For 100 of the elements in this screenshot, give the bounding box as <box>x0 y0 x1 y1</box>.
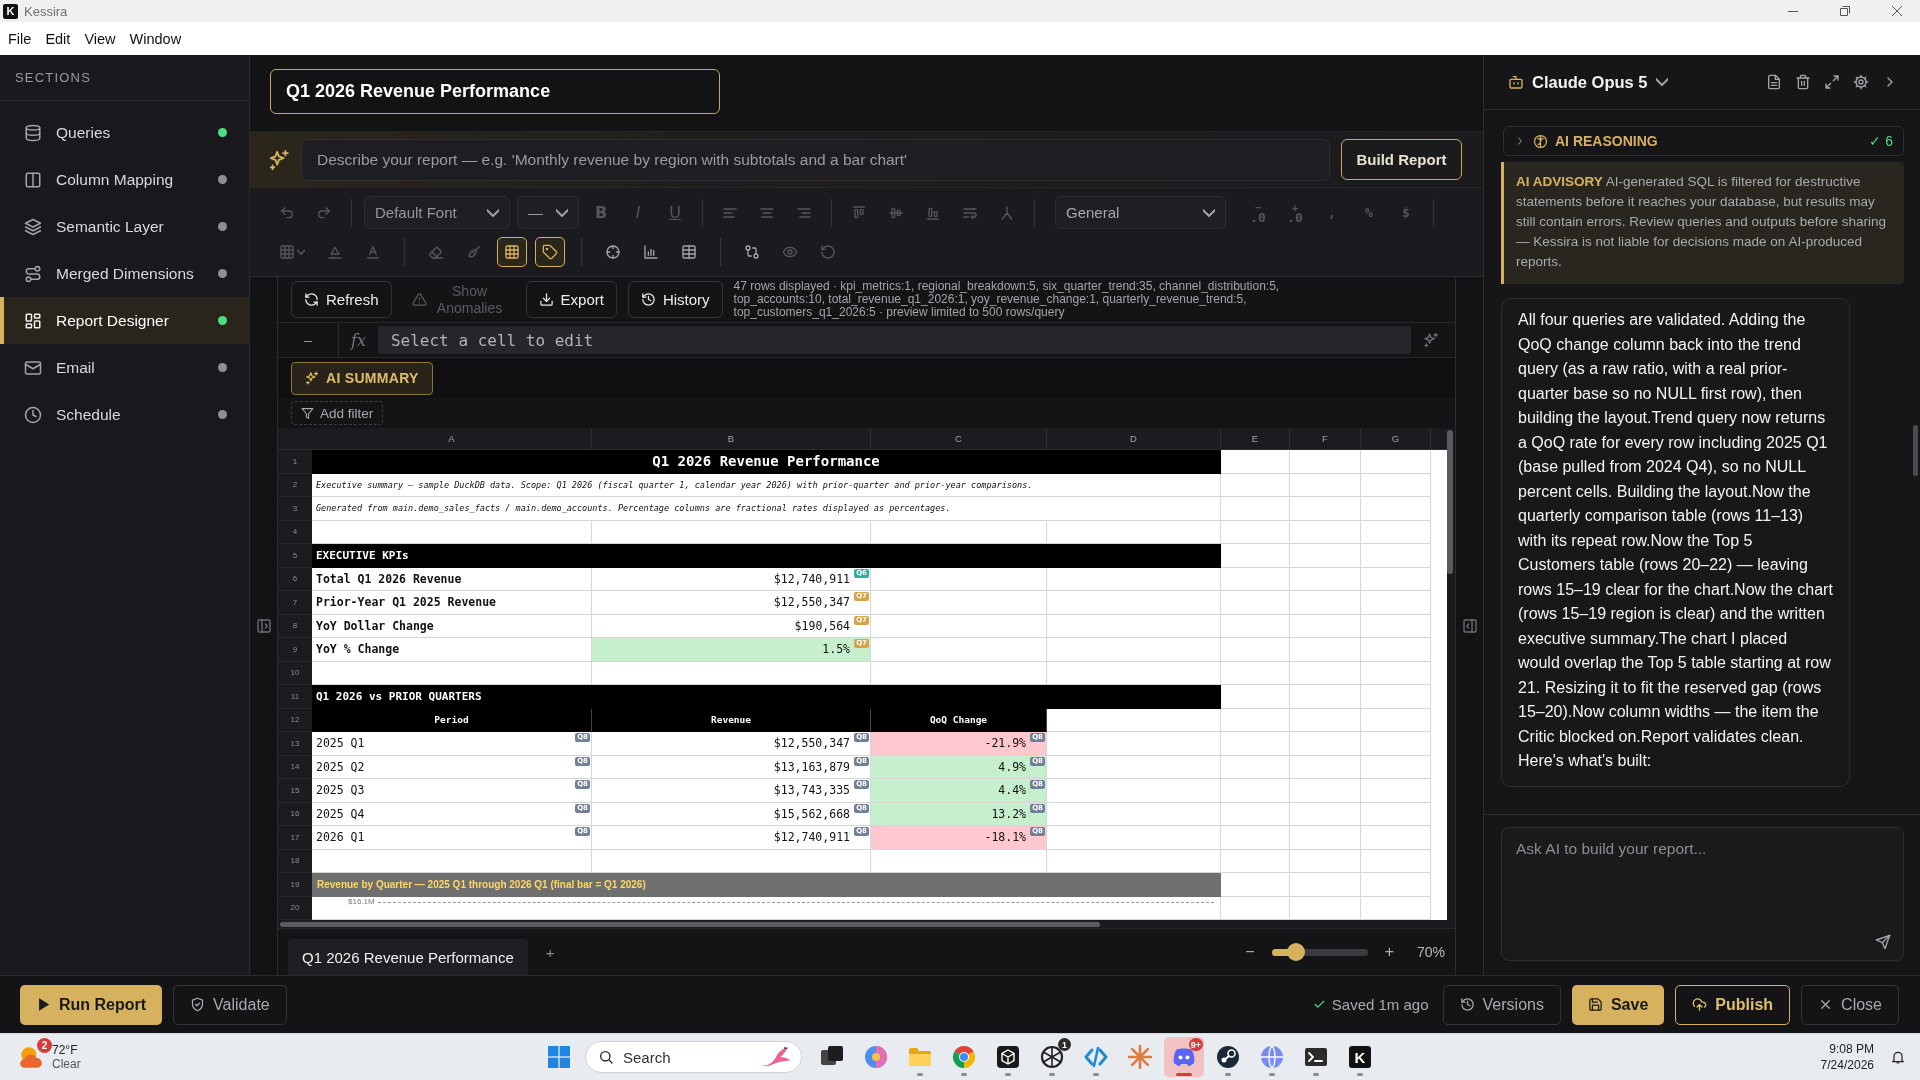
ai-summary-button[interactable]: AI SUMMARY <box>291 361 433 395</box>
empty-cell[interactable] <box>1361 873 1431 897</box>
model-selector[interactable]: Claude Opus 5 <box>1508 72 1668 92</box>
empty-cell[interactable] <box>1290 685 1361 709</box>
empty-cell[interactable] <box>1290 567 1361 591</box>
empty-cell[interactable] <box>1361 544 1431 568</box>
row-number[interactable]: 9 <box>278 638 312 662</box>
empty-cell[interactable] <box>1290 755 1361 779</box>
empty-cell[interactable] <box>1221 755 1290 779</box>
row-number[interactable]: 20 <box>278 896 312 920</box>
expand-left-panel-icon[interactable] <box>255 618 272 634</box>
column-header[interactable]: E <box>1221 428 1290 449</box>
empty-cell[interactable] <box>1361 849 1431 873</box>
empty-cell[interactable] <box>1221 661 1290 685</box>
empty-cell[interactable] <box>1221 614 1290 638</box>
empty-cell[interactable] <box>1221 849 1290 873</box>
empty-cell[interactable] <box>1290 708 1361 732</box>
table-cell[interactable]: YoY Dollar Change <box>312 614 592 638</box>
empty-cell[interactable] <box>1290 614 1361 638</box>
empty-cell[interactable] <box>1047 567 1221 591</box>
row-number[interactable]: 14 <box>278 755 312 779</box>
empty-cell[interactable] <box>1361 802 1431 826</box>
row-number[interactable]: 19 <box>278 873 312 897</box>
row-number[interactable]: 3 <box>278 497 312 521</box>
notification-bell-icon[interactable] <box>1890 1049 1906 1065</box>
empty-cell[interactable] <box>1290 802 1361 826</box>
row-number[interactable]: 2 <box>278 473 312 497</box>
formula-field[interactable]: Select a cell to edit <box>377 326 1411 354</box>
sidebar-item[interactable]: Semantic Layer <box>0 203 249 250</box>
empty-cell[interactable] <box>1290 873 1361 897</box>
empty-cell[interactable] <box>1290 591 1361 615</box>
add-sheet-button[interactable]: + <box>541 943 559 961</box>
empty-cell[interactable] <box>1361 826 1431 850</box>
slider-thumb[interactable] <box>1286 943 1305 961</box>
versions-button[interactable]: Versions <box>1442 984 1561 1025</box>
scrollbar[interactable] <box>280 921 1100 927</box>
empty-cell[interactable] <box>1221 520 1290 544</box>
empty-cell[interactable] <box>1221 473 1290 497</box>
column-header[interactable]: C <box>871 428 1047 449</box>
empty-cell[interactable] <box>1047 591 1221 615</box>
row-number[interactable]: 1 <box>278 450 312 474</box>
close-button[interactable]: Close <box>1801 984 1899 1025</box>
run-report-button[interactable]: Run Report <box>20 984 163 1025</box>
column-header[interactable]: B <box>592 428 871 449</box>
row-number[interactable]: 8 <box>278 614 312 638</box>
row-number[interactable]: 15 <box>278 779 312 803</box>
collapse-right-panel-icon[interactable] <box>1461 618 1478 634</box>
row-number[interactable]: 7 <box>278 591 312 615</box>
empty-cell[interactable] <box>1290 638 1361 662</box>
scrollbar[interactable] <box>1447 430 1453 574</box>
empty-cell[interactable] <box>1361 638 1431 662</box>
empty-cell[interactable] <box>1361 708 1431 732</box>
sidebar-item[interactable]: Column Mapping <box>0 156 249 203</box>
table-cell[interactable]: Total Q1 2026 Revenue <box>312 567 592 591</box>
prompt-field[interactable]: Describe your report — e.g. 'Monthly revenue by region with subtotals and a bar chart' <box>301 138 1330 181</box>
empty-cell[interactable] <box>1047 638 1221 662</box>
scrollbar[interactable] <box>1913 425 1918 476</box>
empty-cell[interactable] <box>1290 732 1361 756</box>
zoom-out-button[interactable]: − <box>1242 943 1258 961</box>
empty-cell[interactable] <box>1290 779 1361 803</box>
row-number[interactable]: 11 <box>278 685 312 709</box>
sidebar-item[interactable]: Merged Dimensions <box>0 250 249 297</box>
report-title-field[interactable]: Q1 2026 Revenue Performance <box>270 69 720 114</box>
empty-cell[interactable] <box>1221 779 1290 803</box>
table-cell[interactable]: Executive summary — sample DuckDB data. Scope: Q1 2026 (fiscal quarter 1, calendar year 2026) with prior-quarter and prior-year comparisons. <box>312 473 1221 497</box>
empty-cell[interactable] <box>871 567 1047 591</box>
empty-cell[interactable] <box>1361 473 1431 497</box>
chat-input[interactable]: Ask AI to build your report... <box>1501 827 1904 961</box>
taskbar-search[interactable]: Search <box>585 1041 802 1073</box>
sidebar-item[interactable]: Queries <box>0 109 249 156</box>
build-report-button[interactable]: Build Report <box>1341 139 1462 180</box>
sheet-tab[interactable]: Q1 2026 Revenue Performance <box>288 939 528 975</box>
empty-cell[interactable] <box>871 591 1047 615</box>
menu-item[interactable]: Window <box>123 26 190 51</box>
row-number[interactable]: 13 <box>278 732 312 756</box>
empty-cell[interactable] <box>1361 685 1431 709</box>
start-icon[interactable] <box>548 1046 570 1068</box>
column-header[interactable]: D <box>1047 428 1221 449</box>
taskbar-app[interactable]: 9+ <box>1164 1037 1204 1077</box>
restore-icon[interactable] <box>1840 6 1850 16</box>
empty-cell[interactable] <box>1290 497 1361 521</box>
empty-cell[interactable] <box>1361 614 1431 638</box>
empty-cell[interactable] <box>1221 567 1290 591</box>
empty-cell[interactable] <box>1361 732 1431 756</box>
row-number[interactable]: 18 <box>278 849 312 873</box>
menu-item[interactable]: View <box>78 26 124 51</box>
empty-cell[interactable] <box>1290 826 1361 850</box>
empty-cell[interactable] <box>1290 520 1361 544</box>
row-number[interactable]: 6 <box>278 567 312 591</box>
export-button[interactable]: Export <box>525 281 617 318</box>
empty-cell[interactable] <box>1290 661 1361 685</box>
menu-item[interactable]: File <box>2 26 40 51</box>
empty-cell[interactable] <box>1361 779 1431 803</box>
empty-cell[interactable] <box>1047 614 1221 638</box>
validate-button[interactable]: Validate <box>173 984 287 1025</box>
empty-cell[interactable] <box>1361 755 1431 779</box>
row-number[interactable]: 10 <box>278 661 312 685</box>
empty-cell[interactable] <box>1290 450 1361 474</box>
trash-icon[interactable] <box>1795 74 1811 90</box>
empty-cell[interactable] <box>1361 591 1431 615</box>
